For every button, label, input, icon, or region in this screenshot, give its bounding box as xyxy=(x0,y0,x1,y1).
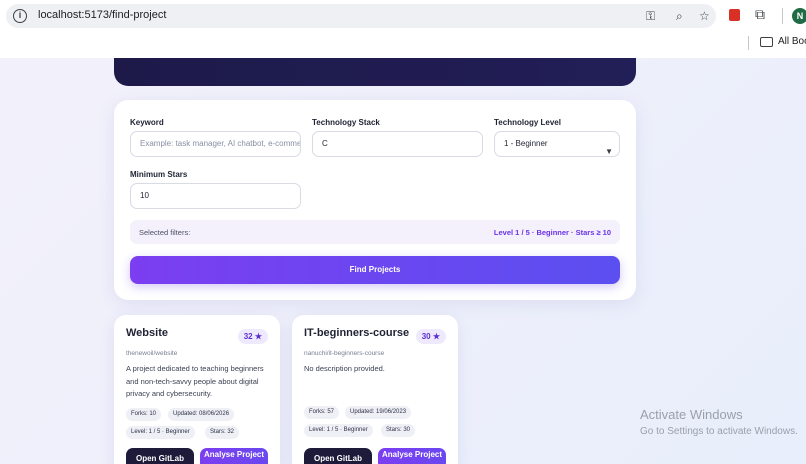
bookmark-star-icon[interactable]: ☆ xyxy=(699,8,710,24)
analyse-project-button[interactable]: Analyse Project xyxy=(378,448,446,464)
technology-level-value: 1 - Beginner xyxy=(504,139,548,148)
project-description: No description provided. xyxy=(304,364,385,373)
forks-chip: Forks: 57 xyxy=(304,406,340,419)
extensions-puzzle-icon[interactable]: ⧉ xyxy=(755,6,765,23)
project-description: A project dedicated to teaching beginner… xyxy=(126,364,264,398)
keyword-label: Keyword xyxy=(130,118,164,127)
updated-chip: Updated: 08/06/2026 xyxy=(168,408,235,421)
project-title[interactable]: IT-beginners-course xyxy=(304,327,409,339)
password-key-icon[interactable]: ⚿ xyxy=(646,8,655,24)
open-gitlab-button[interactable]: Open GitLab xyxy=(304,448,372,464)
project-card: IT-beginners-course 30 ★ nanuchi/it-begi… xyxy=(292,315,458,464)
level-chip: Level: 1 / 5 · Beginner xyxy=(304,424,373,437)
star-count-badge: 30 ★ xyxy=(415,329,446,344)
technology-level-label: Technology Level xyxy=(494,118,561,127)
selected-filters-bar: Selected filters: Level 1 / 5 · Beginner… xyxy=(130,220,620,244)
technology-stack-input[interactable]: C xyxy=(312,131,483,157)
extension-bookmark-icon[interactable] xyxy=(729,9,740,21)
analyse-project-button[interactable]: Analyse Project xyxy=(200,448,268,464)
project-slug: thenewoil/website xyxy=(126,350,178,357)
forks-chip: Forks: 10 xyxy=(126,408,162,421)
hero-banner xyxy=(114,58,636,86)
browser-chrome: i localhost:5173/find-project ⚿ ⌕ ☆ ⧉ N … xyxy=(0,0,806,58)
site-info-icon[interactable]: i xyxy=(13,9,27,23)
selected-filters-value: Level 1 / 5 · Beginner · Stars ≥ 10 xyxy=(493,228,611,237)
bookmarks-divider xyxy=(748,36,749,50)
address-url[interactable]: localhost:5173/find-project xyxy=(38,9,166,21)
chevron-down-icon: ▼ xyxy=(605,147,613,156)
technology-level-select[interactable]: 1 - Beginner ▼ xyxy=(494,131,620,157)
stars-chip: Stars: 30 xyxy=(381,424,416,437)
address-bar[interactable]: i localhost:5173/find-project ⚿ ⌕ ☆ xyxy=(6,4,716,28)
project-title[interactable]: Website xyxy=(126,327,168,339)
all-bookmarks-label[interactable]: All Boo xyxy=(778,36,806,47)
toolbar-divider xyxy=(782,8,783,24)
project-slug: nanuchi/it-beginners-course xyxy=(304,350,385,357)
zoom-icon[interactable]: ⌕ xyxy=(676,8,683,24)
activate-windows-subtitle: Go to Settings to activate Windows. xyxy=(640,426,798,437)
updated-chip: Updated: 19/06/2023 xyxy=(345,406,412,419)
keyword-input[interactable]: Example: task manager, AI chatbot, e-com… xyxy=(130,131,301,157)
stars-chip: Stars: 32 xyxy=(205,426,240,439)
folder-icon[interactable] xyxy=(760,37,773,47)
level-chip: Level: 1 / 5 · Beginner xyxy=(126,426,195,439)
star-count-badge: 32 ★ xyxy=(237,329,268,344)
find-projects-button[interactable]: Find Projects xyxy=(130,256,620,284)
filter-card: Keyword Example: task manager, AI chatbo… xyxy=(114,100,636,300)
open-gitlab-button[interactable]: Open GitLab xyxy=(126,448,194,464)
technology-stack-label: Technology Stack xyxy=(312,118,380,127)
activate-windows-title: Activate Windows xyxy=(640,407,743,422)
minimum-stars-input[interactable]: 10 xyxy=(130,183,301,209)
minimum-stars-label: Minimum Stars xyxy=(130,170,188,179)
profile-avatar[interactable]: N xyxy=(792,8,806,24)
project-card: Website 32 ★ thenewoil/website A project… xyxy=(114,315,280,464)
selected-filters-label: Selected filters: xyxy=(139,228,191,237)
